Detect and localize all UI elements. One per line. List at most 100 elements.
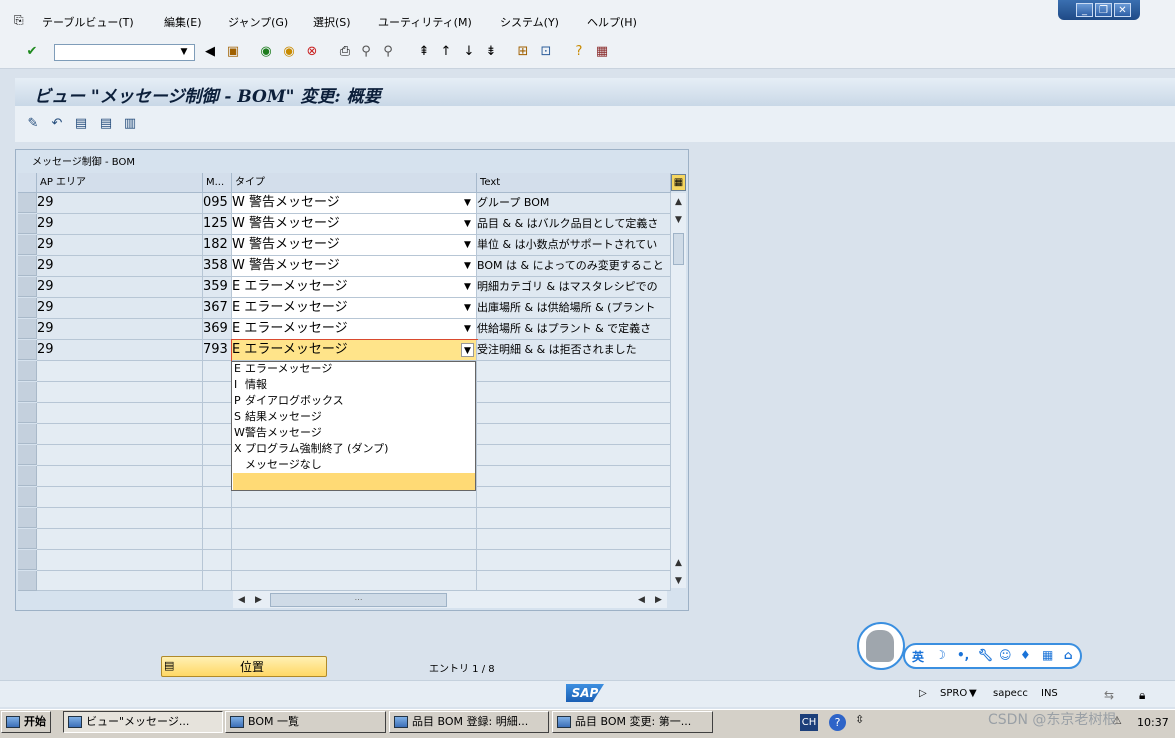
area-cell[interactable]: 29 bbox=[37, 193, 203, 214]
next-page-icon[interactable]: ↓ bbox=[461, 44, 477, 60]
print-icon[interactable]: ⎙ bbox=[337, 44, 353, 60]
column-header-text[interactable]: Text bbox=[477, 173, 671, 193]
scroll-down-icon[interactable]: ▼ bbox=[671, 574, 686, 588]
area-cell[interactable]: 29 bbox=[37, 277, 203, 298]
menu-selection[interactable]: 選択(S) bbox=[313, 14, 351, 30]
empty-cell[interactable] bbox=[37, 466, 203, 487]
row-selector[interactable] bbox=[18, 571, 37, 591]
empty-cell[interactable] bbox=[37, 487, 203, 508]
area-cell[interactable]: 29 bbox=[37, 235, 203, 256]
message-number-cell[interactable]: 367 bbox=[203, 298, 232, 319]
type-dropdown[interactable]: E エラーメッセージ ▼ bbox=[231, 339, 478, 362]
row-selector[interactable] bbox=[18, 550, 37, 570]
area-cell[interactable]: 29 bbox=[37, 340, 203, 361]
task-button-view[interactable]: ビュー"メッセージ... bbox=[63, 711, 223, 733]
display-change-icon[interactable]: ✎ bbox=[25, 116, 41, 132]
text-cell[interactable]: 供給場所 & はプラント & で定義さ bbox=[477, 319, 671, 340]
empty-cell[interactable] bbox=[477, 403, 671, 424]
row-selector[interactable] bbox=[18, 424, 37, 444]
type-dropdown[interactable]: E エラーメッセージ ▼ bbox=[232, 277, 477, 298]
empty-cell[interactable] bbox=[477, 487, 671, 508]
row-selector[interactable] bbox=[18, 340, 37, 360]
empty-cell[interactable] bbox=[37, 445, 203, 466]
empty-cell[interactable] bbox=[37, 361, 203, 382]
type-dropdown[interactable]: W 警告メッセージ ▼ bbox=[232, 214, 477, 235]
scroll-right-icon[interactable]: ▶ bbox=[651, 593, 666, 607]
text-cell[interactable]: 受注明細 & & は拒否されました bbox=[477, 340, 671, 361]
dropdown-option[interactable]: P ダイアログボックス bbox=[234, 392, 344, 408]
back-arrow-icon[interactable]: ◀ bbox=[202, 44, 218, 60]
save-icon[interactable]: ▣ bbox=[225, 44, 241, 60]
find-icon[interactable]: ⚲ bbox=[358, 44, 374, 60]
column-header-type[interactable]: タイプ bbox=[232, 173, 477, 193]
empty-cell[interactable] bbox=[37, 571, 203, 591]
first-page-icon[interactable]: ⇞ bbox=[416, 44, 432, 60]
dropdown-option[interactable]: X プログラム強制終了 (ダンプ) bbox=[234, 440, 388, 456]
select-all-header[interactable] bbox=[18, 173, 37, 193]
chevron-down-icon[interactable]: ▼ bbox=[461, 322, 474, 336]
text-cell[interactable]: 明細カテゴリ & はマスタレシピでの bbox=[477, 277, 671, 298]
chevron-down-icon[interactable]: ▼ bbox=[461, 217, 474, 231]
menu-goto[interactable]: ジャンプ(G) bbox=[228, 14, 288, 30]
punctuation-icon[interactable]: •, bbox=[957, 648, 969, 662]
empty-cell[interactable] bbox=[477, 382, 671, 403]
empty-cell[interactable] bbox=[37, 403, 203, 424]
type-dropdown[interactable]: E エラーメッセージ ▼ bbox=[232, 298, 477, 319]
dropdown-option[interactable]: E エラーメッセージ bbox=[234, 360, 332, 376]
empty-cell[interactable] bbox=[37, 424, 203, 445]
column-header-area[interactable]: AP エリア bbox=[37, 173, 203, 193]
input-language-indicator[interactable]: CH bbox=[800, 714, 818, 731]
row-selector[interactable] bbox=[18, 298, 37, 318]
menu-utilities[interactable]: ユーティリティ(M) bbox=[378, 14, 472, 30]
empty-cell[interactable] bbox=[477, 424, 671, 445]
task-button-bom-create[interactable]: 品目 BOM 登録: 明細... bbox=[389, 711, 549, 733]
scroll-left-icon[interactable]: ◀ bbox=[234, 593, 249, 607]
status-dropdown-icon[interactable]: ▼ bbox=[969, 688, 977, 699]
undo-icon[interactable]: ↶ bbox=[49, 116, 65, 132]
message-number-cell[interactable]: 182 bbox=[203, 235, 232, 256]
text-cell[interactable]: BOM は & によってのみ変更すること bbox=[477, 256, 671, 277]
text-cell[interactable]: グループ BOM bbox=[477, 193, 671, 214]
text-cell[interactable]: 品目 & & はバルク品目として定義さ bbox=[477, 214, 671, 235]
empty-cell[interactable] bbox=[203, 445, 232, 466]
select-block-icon[interactable]: ▤ bbox=[98, 116, 114, 132]
empty-cell[interactable] bbox=[203, 550, 232, 571]
moon-icon[interactable]: ☽ bbox=[935, 648, 946, 662]
ime-language[interactable]: 英 bbox=[912, 648, 924, 665]
cancel-icon[interactable]: ⊗ bbox=[304, 44, 320, 60]
row-selector[interactable] bbox=[18, 319, 37, 339]
close-icon[interactable]: ✕ bbox=[1114, 3, 1131, 17]
empty-cell[interactable] bbox=[203, 382, 232, 403]
menu-help[interactable]: ヘルプ(H) bbox=[587, 14, 637, 30]
task-button-bom-change[interactable]: 品目 BOM 変更: 第一... bbox=[552, 711, 713, 733]
status-expand-icon[interactable]: ▷ bbox=[919, 688, 927, 699]
dropdown-option[interactable]: W警告メッセージ bbox=[234, 424, 322, 440]
row-selector[interactable] bbox=[18, 256, 37, 276]
scroll-thumb[interactable] bbox=[673, 233, 684, 265]
start-button[interactable]: 开始 bbox=[1, 711, 51, 733]
empty-cell[interactable] bbox=[477, 529, 671, 550]
message-number-cell[interactable]: 095 bbox=[203, 193, 232, 214]
row-selector[interactable] bbox=[18, 193, 37, 213]
area-cell[interactable]: 29 bbox=[37, 256, 203, 277]
back-icon[interactable]: ◉ bbox=[258, 44, 274, 60]
chevron-down-icon[interactable]: ▼ bbox=[461, 238, 474, 252]
empty-cell[interactable] bbox=[232, 529, 477, 550]
dropdown-option[interactable]: S 結果メッセージ bbox=[234, 408, 322, 424]
dropdown-option[interactable]: I 情報 bbox=[234, 376, 267, 392]
deselect-all-icon[interactable]: ▥ bbox=[122, 116, 138, 132]
minimize-icon[interactable]: _ bbox=[1076, 3, 1093, 17]
chevron-down-icon[interactable]: ▼ bbox=[461, 259, 474, 273]
menu-edit[interactable]: 編集(E) bbox=[164, 14, 202, 30]
lock-icon[interactable]: ⌂ bbox=[1064, 648, 1073, 662]
empty-cell[interactable] bbox=[232, 550, 477, 571]
empty-cell[interactable] bbox=[232, 571, 477, 591]
column-header-message[interactable]: M... bbox=[203, 173, 232, 193]
wrench-icon[interactable]: 🔧︎ bbox=[978, 648, 993, 662]
row-selector[interactable] bbox=[18, 403, 37, 423]
exit-icon[interactable]: ◉ bbox=[281, 44, 297, 60]
previous-page-icon[interactable]: ↑ bbox=[438, 44, 454, 60]
row-selector[interactable] bbox=[18, 361, 37, 381]
empty-cell[interactable] bbox=[203, 466, 232, 487]
area-cell[interactable]: 29 bbox=[37, 214, 203, 235]
